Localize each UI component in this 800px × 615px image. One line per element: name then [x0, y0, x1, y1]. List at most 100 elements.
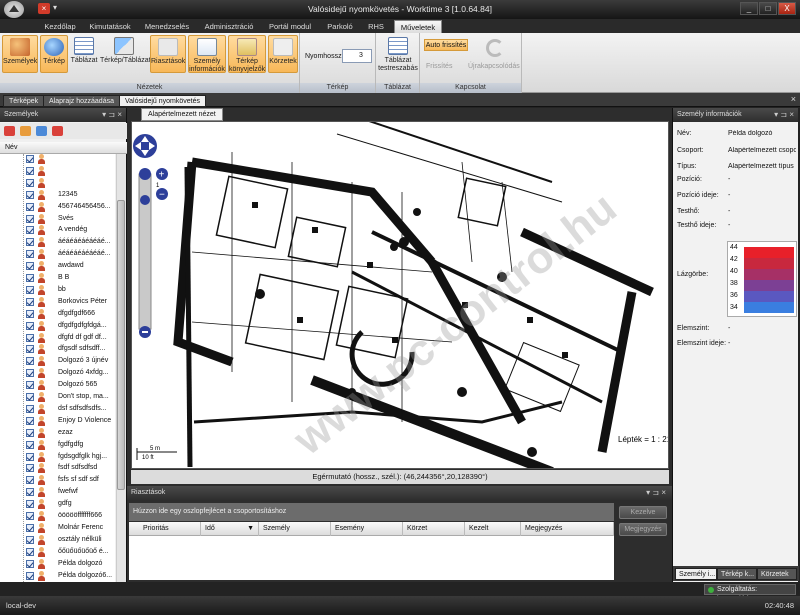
person-row[interactable] — [0, 165, 115, 176]
auto-frissites-toggle[interactable]: Auto frissítés — [424, 39, 468, 51]
map-view-tab[interactable]: Alapértelmezett nézet — [141, 108, 223, 121]
person-checkbox[interactable] — [26, 547, 34, 556]
person-checkbox[interactable] — [26, 262, 34, 271]
person-row[interactable] — [0, 177, 115, 188]
person-checkbox[interactable] — [26, 250, 34, 259]
person-row[interactable]: dsf sdfsdfsdfs... — [0, 403, 115, 414]
panel-controls[interactable]: ▾ ⊐ × — [102, 108, 122, 122]
terkep-tablazat-button[interactable]: Térkép/Táblázat — [100, 35, 151, 73]
person-row[interactable]: őőüőüőüőüő é... — [0, 546, 115, 557]
tab-szemely-info[interactable]: Személy i... — [675, 568, 717, 580]
person-row[interactable] — [0, 154, 115, 164]
group-filter-icon[interactable] — [36, 126, 47, 136]
doc-tab-terkepek[interactable]: Térképek — [3, 95, 45, 107]
tab-parkolo[interactable]: Parkoló — [322, 20, 358, 33]
person-checkbox[interactable] — [26, 190, 34, 199]
person-row[interactable]: osztály nélküli — [0, 534, 115, 545]
alarm-filter-icon[interactable] — [4, 126, 15, 136]
person-checkbox[interactable] — [26, 404, 34, 413]
person-row[interactable]: A vendég — [0, 225, 115, 236]
scrollbar-thumb[interactable] — [117, 200, 125, 490]
person-row[interactable]: Dolgozó 565 — [0, 380, 115, 391]
person-row[interactable]: fwefwf — [0, 487, 115, 498]
maximize-button[interactable]: □ — [759, 2, 777, 15]
person-checkbox[interactable] — [26, 559, 34, 568]
person-checkbox[interactable] — [26, 476, 34, 485]
person-row[interactable]: öööööfffffff666 — [0, 511, 115, 521]
person-checkbox[interactable] — [26, 345, 34, 354]
person-checkbox[interactable] — [26, 428, 34, 437]
person-checkbox[interactable] — [26, 297, 34, 306]
col-ido[interactable]: Idő ▼ — [201, 522, 259, 536]
person-row[interactable]: ezaz — [0, 427, 115, 438]
column-header-nev[interactable]: Név — [0, 142, 127, 154]
person-row[interactable]: bb — [0, 284, 115, 295]
col-kezelt[interactable]: Kezelt — [465, 522, 521, 536]
person-checkbox[interactable] — [26, 535, 34, 544]
person-checkbox[interactable] — [26, 500, 34, 509]
person-row[interactable]: 12345 — [0, 189, 115, 200]
person-row[interactable]: Borkovics Péter — [0, 296, 115, 307]
korzetek-button[interactable]: Körzetek — [268, 35, 298, 73]
person-checkbox[interactable] — [26, 440, 34, 449]
person-checkbox[interactable] — [26, 274, 34, 282]
person-checkbox[interactable] — [26, 333, 34, 342]
tab-korzetek[interactable]: Körzetek — [757, 568, 797, 580]
person-row[interactable]: dfgdfgdfgfdgá... — [0, 320, 115, 331]
tab-rhs[interactable]: RHS — [364, 20, 388, 33]
panel-controls[interactable]: ▾ ⊐ × — [646, 486, 666, 500]
kezelve-button[interactable]: Kezelve — [619, 506, 667, 519]
person-checkbox[interactable] — [26, 309, 34, 318]
person-filter-icon[interactable] — [20, 126, 31, 136]
tab-kezdolap[interactable]: Kezdőlap — [38, 20, 82, 33]
col-esemeny[interactable]: Esemény — [331, 522, 403, 536]
person-row[interactable]: awdawd — [0, 261, 115, 272]
tab-portal-modul[interactable]: Portál modul — [264, 20, 316, 33]
nyomhossz-spinner[interactable]: 3 — [342, 49, 372, 63]
person-checkbox[interactable] — [26, 512, 34, 520]
col-szemely[interactable]: Személy — [259, 522, 331, 536]
person-checkbox[interactable] — [26, 523, 34, 532]
person-checkbox[interactable] — [26, 214, 34, 223]
person-checkbox[interactable] — [26, 416, 34, 425]
doc-tab-nyomkovetes[interactable]: Valósidejű nyomkövetés — [119, 95, 206, 107]
person-row[interactable]: dfgsdf sdfsdff... — [0, 344, 115, 355]
person-row[interactable]: Példa dolgozó — [0, 558, 115, 569]
riasztasok-button[interactable]: Riasztások — [150, 35, 186, 73]
person-row[interactable]: fgdfgdfg — [0, 439, 115, 450]
terkep-button[interactable]: Térkép — [40, 35, 68, 73]
col-prioritas[interactable]: Prioritás — [139, 522, 201, 536]
panel-controls[interactable]: ▾ ⊐ × — [774, 108, 794, 122]
col-megjegyzes[interactable]: Megjegyzés — [521, 522, 614, 536]
close-window-button[interactable]: X — [778, 2, 796, 15]
person-row[interactable]: fgdsgdfglk hgj... — [0, 451, 115, 462]
tablazat-testreszabas-button[interactable]: Táblázat testreszabás — [378, 35, 418, 73]
person-checkbox[interactable] — [26, 393, 34, 401]
tab-terkep-konyvjelzok[interactable]: Térkép k... — [717, 568, 757, 580]
tab-muveletek[interactable]: Műveletek — [394, 20, 442, 33]
person-checkbox[interactable] — [26, 381, 34, 390]
person-checkbox[interactable] — [26, 321, 34, 330]
szemelyek-button[interactable]: Személyek — [2, 35, 38, 73]
person-row[interactable]: Példa dolgozó6... — [0, 570, 115, 581]
person-checkbox[interactable] — [26, 226, 34, 235]
person-row[interactable]: fsfs sf sdf sdf — [0, 475, 115, 486]
zoom-slider-thumb[interactable] — [140, 195, 150, 205]
person-checkbox[interactable] — [26, 369, 34, 378]
person-checkbox[interactable] — [26, 285, 34, 294]
szemely-informaciok-button[interactable]: Személy információk — [188, 35, 226, 73]
person-row[interactable]: gdfg — [0, 499, 115, 510]
person-row[interactable]: Enjoy D Violence — [0, 415, 115, 426]
person-row[interactable]: Don't stop, ma... — [0, 392, 115, 402]
person-row[interactable]: Molnár Ferenc — [0, 522, 115, 533]
person-checkbox[interactable] — [26, 571, 34, 580]
person-row[interactable]: 456746456456... — [0, 201, 115, 212]
person-row[interactable]: áéáéáéáéáéáé... — [0, 237, 115, 248]
person-checkbox[interactable] — [26, 488, 34, 497]
frissites-button[interactable]: Frissítés — [426, 63, 452, 70]
alarm-icon[interactable] — [52, 126, 63, 136]
person-row[interactable]: dfgfd df gdf df... — [0, 332, 115, 343]
minimize-button[interactable]: _ — [740, 2, 758, 15]
person-checkbox[interactable] — [26, 178, 34, 187]
person-checkbox[interactable] — [26, 166, 34, 175]
